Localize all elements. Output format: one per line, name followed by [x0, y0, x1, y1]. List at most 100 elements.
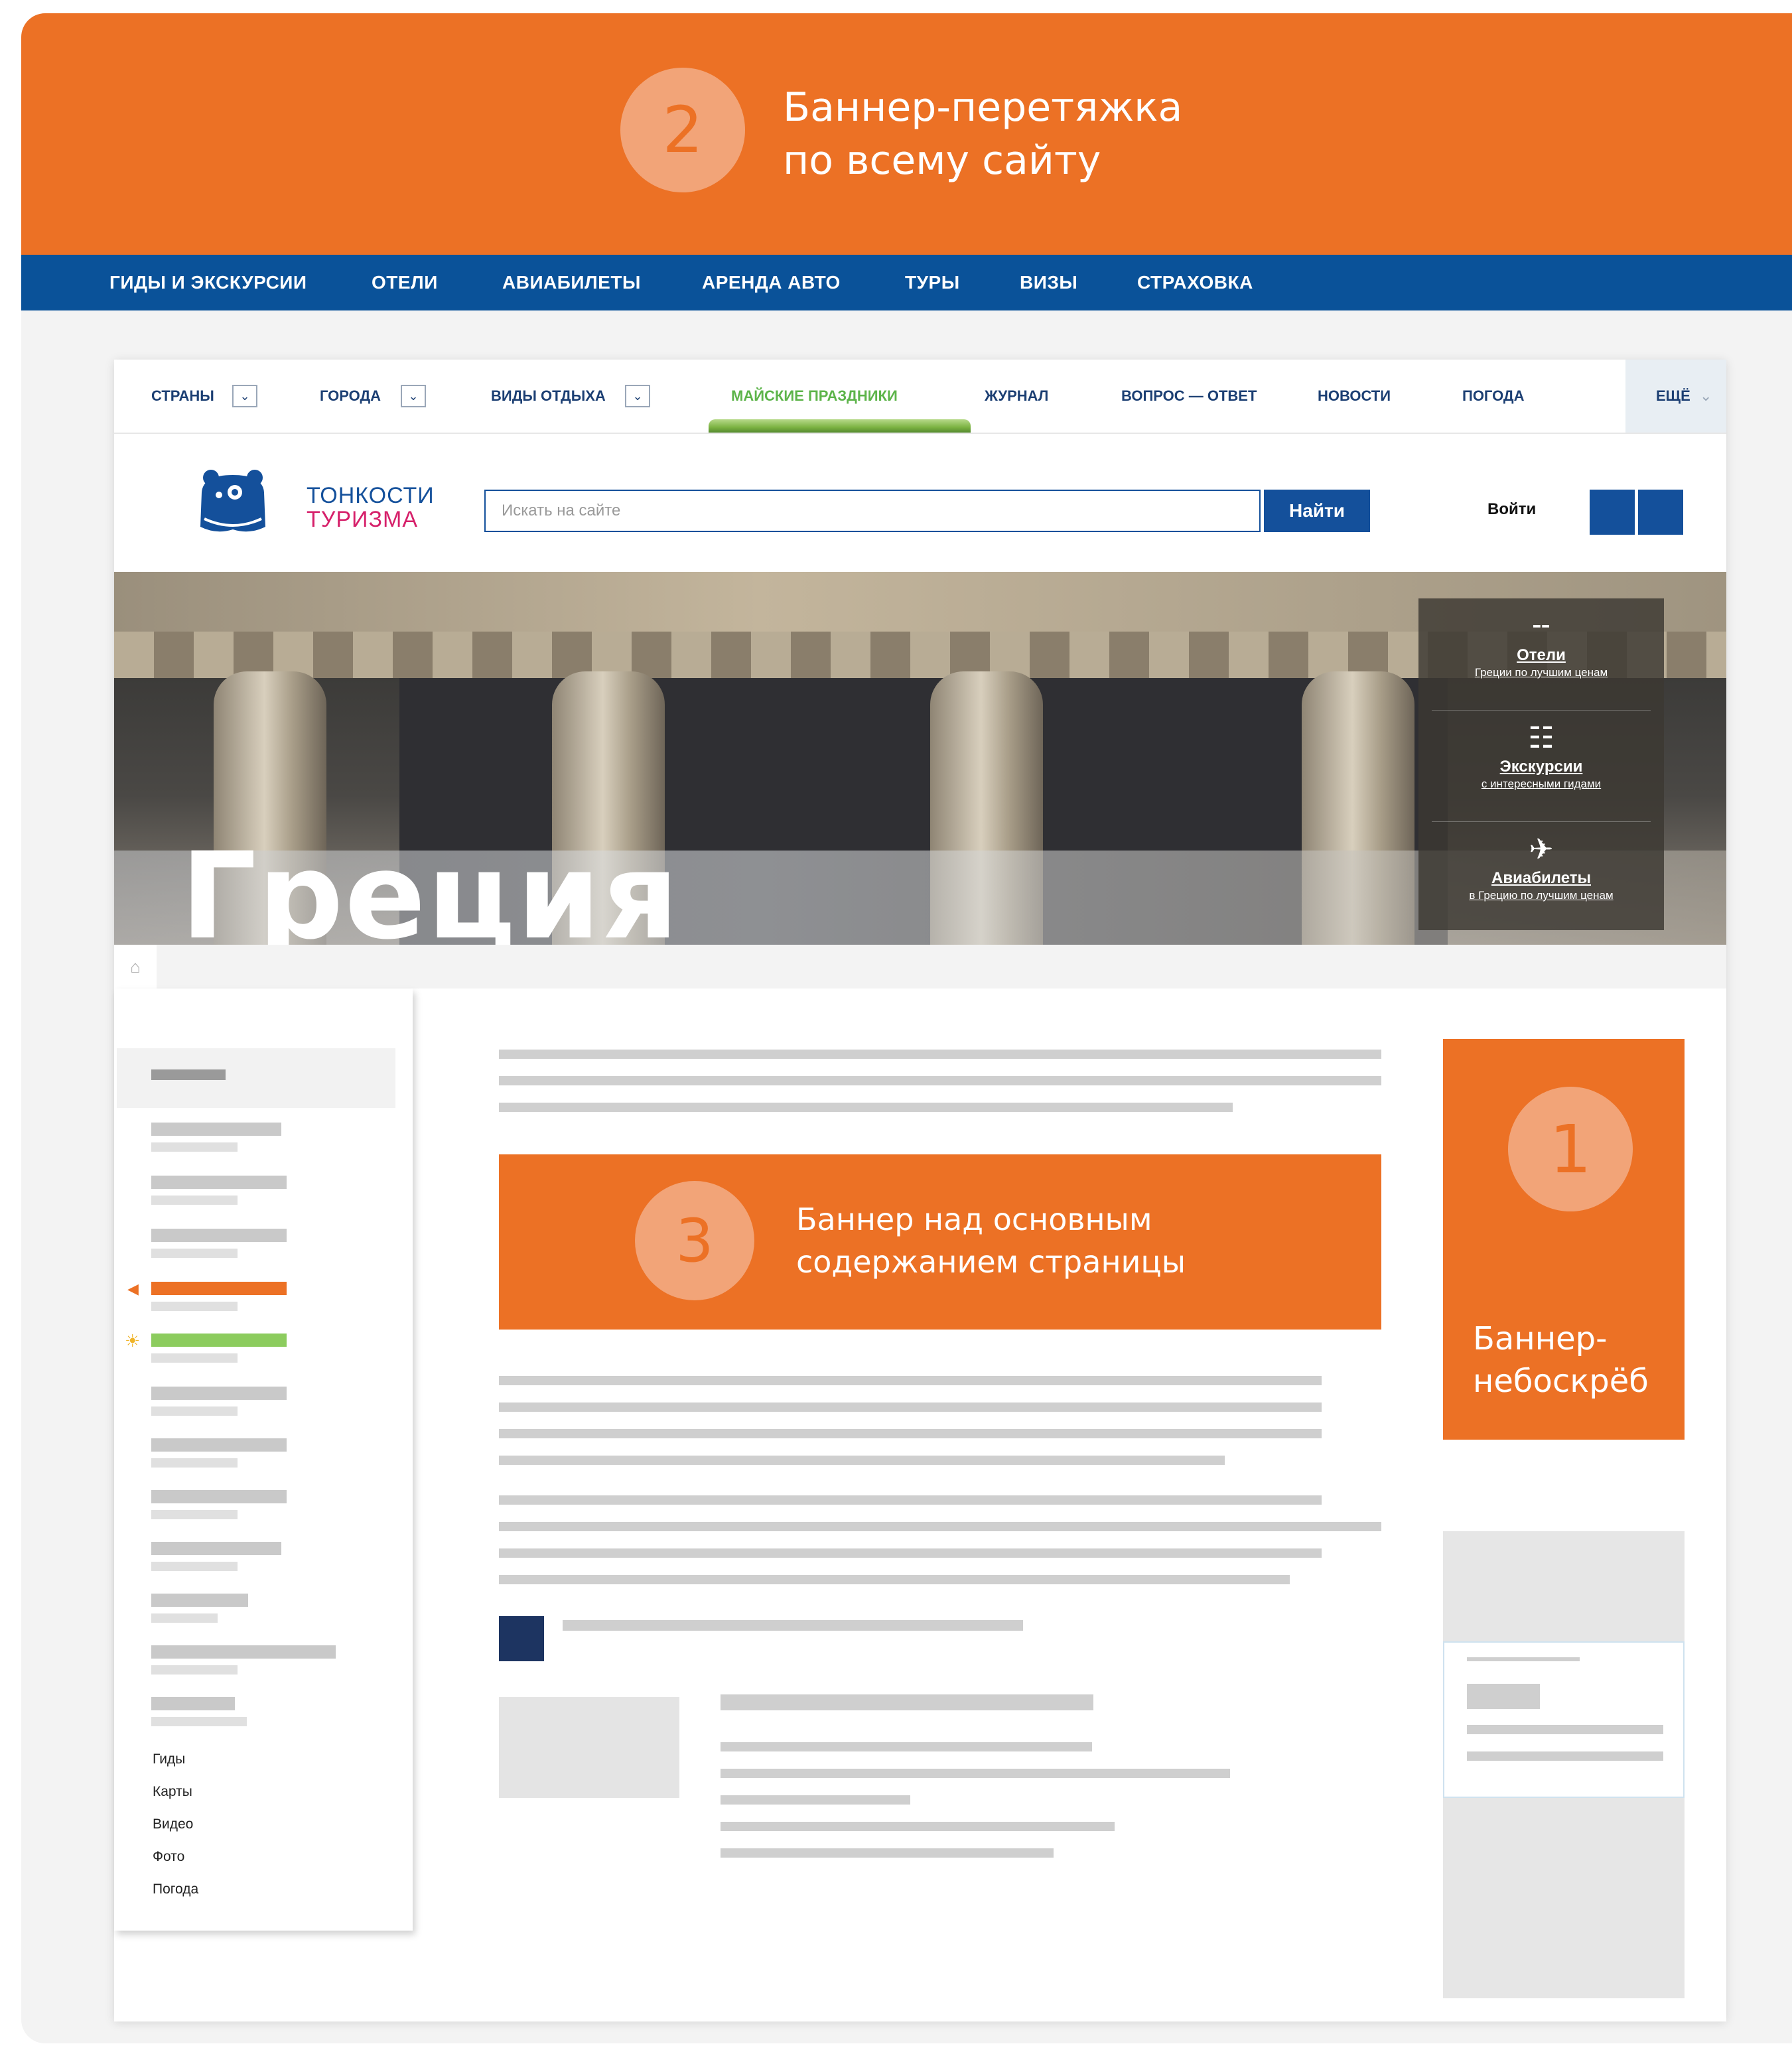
sidebar-placeholder [151, 1302, 238, 1311]
sidebar-placeholder[interactable] [151, 1697, 235, 1710]
breadcrumb [114, 945, 1726, 989]
sidebar-link-video[interactable]: Видео [153, 1816, 193, 1832]
sidebar-highlight-green[interactable] [151, 1334, 287, 1347]
home-icon[interactable]: ⌂ [114, 945, 157, 989]
sidebar-placeholder [151, 1613, 218, 1623]
subnav-more-label: ЕЩЁ [1656, 387, 1690, 404]
text-placeholder [1467, 1751, 1663, 1761]
header-square-button[interactable] [1638, 490, 1683, 535]
sidebar-placeholder [151, 1142, 238, 1152]
text-placeholder [499, 1575, 1290, 1584]
author-avatar[interactable] [499, 1616, 544, 1661]
divider [1432, 710, 1651, 711]
text-placeholder [499, 1429, 1322, 1438]
skyscraper-banner-title: Баннер- небоскрёб [1473, 1318, 1649, 1403]
right-card[interactable] [1443, 1641, 1685, 1798]
text-placeholder [1467, 1657, 1580, 1661]
sidebar-placeholder[interactable] [151, 1387, 287, 1400]
search-input[interactable]: Искать на сайте [484, 490, 1261, 532]
site-subnav: СТРАНЫ ⌄ ГОРОДА ⌄ ВИДЫ ОТДЫХА ⌄ МАЙСКИЕ … [114, 360, 1726, 434]
search-button[interactable]: Найти [1264, 490, 1370, 532]
bed-icon: ╌ [1532, 610, 1551, 643]
sidebar-placeholder[interactable] [151, 1594, 248, 1607]
plane-icon: ✈ [1529, 833, 1554, 866]
subnav-holidays-wrap[interactable]: МАЙСКИЕ ПРАЗДНИКИ [709, 360, 971, 433]
site-mockup: СТРАНЫ ⌄ ГОРОДА ⌄ ВИДЫ ОТДЫХА ⌄ МАЙСКИЕ … [114, 360, 1726, 2021]
logo-text-line1: ТОНКОСТИ [307, 483, 435, 508]
banner-number-badge: 2 [620, 68, 745, 192]
sidebar-placeholder[interactable] [151, 1645, 336, 1659]
content-banner-title: Баннер над основным содержанием страницы [796, 1198, 1186, 1283]
subnav-more[interactable]: ЕЩЁ ⌄ [1625, 360, 1726, 433]
hero-banner: Греция ╌ Отели Греции по лучшим ценам ☷ … [114, 572, 1726, 945]
login-link[interactable]: Войти [1487, 500, 1536, 519]
sidebar-placeholder[interactable] [151, 1176, 287, 1189]
flag-icon: ◀ [127, 1280, 139, 1297]
heading-placeholder [721, 1694, 1093, 1710]
divider [1432, 821, 1651, 822]
sidebar-link-guides[interactable]: Гиды [153, 1751, 185, 1767]
nav-insurance[interactable]: СТРАХОВКА [1137, 255, 1253, 310]
text-placeholder [721, 1795, 910, 1805]
sidebar-placeholder [151, 1196, 238, 1205]
text-placeholder [499, 1076, 1381, 1085]
header-square-button[interactable] [1590, 490, 1635, 535]
sidebar-placeholder[interactable] [151, 1123, 281, 1136]
text-placeholder [1467, 1684, 1540, 1709]
text-placeholder [499, 1376, 1322, 1385]
subnav-cities[interactable]: ГОРОДА [320, 360, 381, 433]
nav-visas[interactable]: ВИЗЫ [1020, 255, 1077, 310]
sidebar-link-weather[interactable]: Погода [153, 1882, 198, 1897]
subnav-journal[interactable]: ЖУРНАЛ [985, 360, 1048, 433]
chevron-down-icon[interactable]: ⌄ [625, 385, 650, 407]
hero-menu-title: Отели [1517, 646, 1566, 664]
subnav-countries[interactable]: СТРАНЫ [151, 360, 214, 433]
sidebar-placeholder [151, 1406, 238, 1416]
sidebar-placeholder[interactable] [151, 1542, 281, 1555]
sidebar-placeholder [151, 1665, 238, 1675]
left-sidebar: ◀ ☀ Гиды Карты Видео Фото Погода [114, 989, 413, 1931]
sidebar-link-maps[interactable]: Карты [153, 1784, 192, 1800]
text-placeholder [499, 1495, 1322, 1505]
nav-car-rental[interactable]: АРЕНДА АВТО [702, 255, 841, 310]
hero-title: Греция [180, 827, 680, 945]
text-placeholder [1467, 1725, 1663, 1734]
hero-menu-excursions[interactable]: ☷ Экскурсии с интересными гидами [1418, 722, 1664, 791]
sidebar-placeholder [151, 1562, 238, 1571]
bear-logo-icon[interactable] [196, 466, 269, 539]
top-stretch-banner[interactable]: 2 Баннер-перетяжка по всему сайту [21, 13, 1792, 255]
subnav-rest-types[interactable]: ВИДЫ ОТДЫХА [491, 360, 606, 433]
text-placeholder [499, 1548, 1322, 1558]
image-placeholder[interactable] [499, 1697, 679, 1798]
sidebar-placeholder [151, 1249, 238, 1258]
hero-menu-subtitle: Греции по лучшим ценам [1474, 666, 1608, 679]
sidebar-link-photo[interactable]: Фото [153, 1849, 184, 1865]
chevron-down-icon[interactable]: ⌄ [401, 385, 426, 407]
banner-number-badge: 3 [635, 1181, 754, 1300]
main-nav-bar: ГИДЫ И ЭКСКУРСИИ ОТЕЛИ АВИАБИЛЕТЫ АРЕНДА… [21, 255, 1792, 310]
sidebar-highlight-orange[interactable] [151, 1282, 287, 1295]
text-placeholder [499, 1522, 1381, 1531]
sidebar-placeholder[interactable] [151, 1438, 287, 1452]
nav-guides[interactable]: ГИДЫ И ЭКСКУРСИИ [109, 255, 307, 310]
subnav-qa[interactable]: ВОПРОС — ОТВЕТ [1121, 360, 1257, 433]
text-placeholder [499, 1050, 1381, 1059]
sidebar-placeholder [151, 1069, 226, 1080]
subnav-weather[interactable]: ПОГОДА [1462, 360, 1525, 433]
content-banner-line2: содержанием страницы [796, 1244, 1186, 1280]
nav-hotels[interactable]: ОТЕЛИ [372, 255, 438, 310]
sidebar-placeholder[interactable] [151, 1490, 287, 1503]
nav-flights[interactable]: АВИАБИЛЕТЫ [502, 255, 641, 310]
logo-text-line2: ТУРИЗМА [307, 507, 419, 532]
sidebar-placeholder[interactable] [151, 1229, 287, 1242]
chevron-down-icon[interactable]: ⌄ [232, 385, 257, 407]
hero-menu-flights[interactable]: ✈ Авиабилеты в Грецию по лучшим ценам [1418, 833, 1664, 902]
hero-menu-hotels[interactable]: ╌ Отели Греции по лучшим ценам [1418, 610, 1664, 679]
banner-number-badge: 1 [1508, 1087, 1633, 1211]
chevron-down-icon: ⌄ [1700, 387, 1712, 404]
skyscraper-line1: Баннер- [1473, 1320, 1608, 1357]
top-banner-title-line1: Баннер-перетяжка [783, 84, 1183, 131]
subnav-news[interactable]: НОВОСТИ [1318, 360, 1391, 433]
text-placeholder [499, 1456, 1225, 1465]
nav-tours[interactable]: ТУРЫ [905, 255, 960, 310]
